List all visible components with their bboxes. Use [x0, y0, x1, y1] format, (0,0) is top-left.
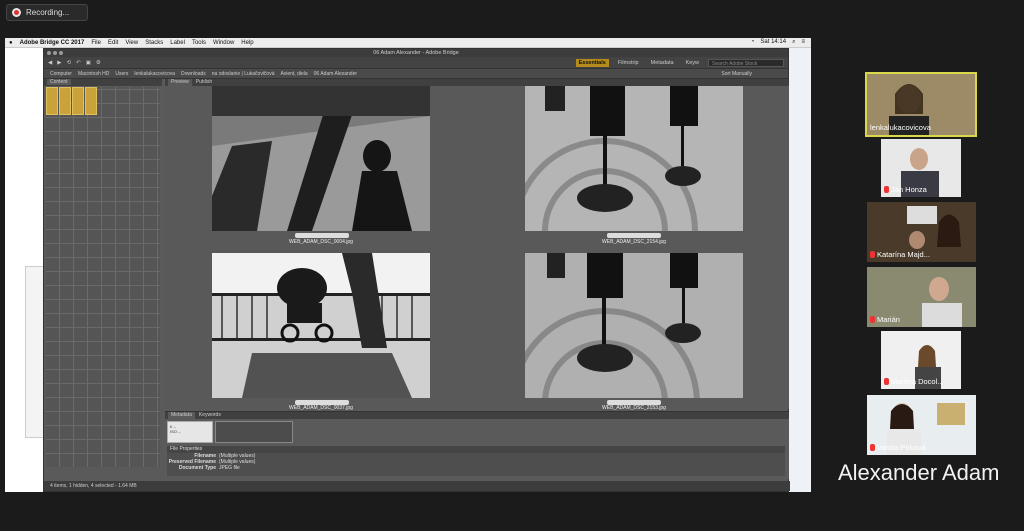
window-controls[interactable] [47, 51, 63, 55]
photo-1-caption: WEB_ADAM_DSC_0004.jpg [289, 239, 353, 245]
path-current[interactable]: 06 Adam Alexander [314, 71, 357, 77]
menu-stacks[interactable]: Stacks [145, 40, 163, 46]
photo-2-rating[interactable] [607, 233, 661, 238]
boomerang-icon[interactable]: ↶ [76, 60, 81, 66]
apple-icon[interactable]: ● [9, 40, 13, 46]
list-icon[interactable]: ≡ [801, 39, 805, 46]
participant-name: Ján Honza [891, 185, 927, 194]
menu-window[interactable]: Window [213, 40, 234, 46]
recent-icon[interactable]: ⟲ [66, 60, 71, 66]
participant-tile[interactable]: Katarína Majd... [867, 202, 976, 262]
back-icon[interactable]: ◀ [48, 60, 52, 66]
clock[interactable]: Sat 14:14 [760, 39, 786, 46]
menu-help[interactable]: Help [241, 40, 253, 46]
tab-metadata[interactable]: Metadata [168, 412, 195, 419]
status-bar: 4 items, 1 hidden, 4 selected - 1.64 MB [44, 481, 790, 491]
thumb-3[interactable] [72, 87, 84, 115]
search-input[interactable]: Search Adobe Stock [708, 58, 784, 67]
photo-shadow-cross[interactable] [212, 86, 430, 231]
recording-label: Recording... [26, 8, 70, 17]
preview-tabs: Preview Publish [165, 79, 789, 86]
participant-tile[interactable]: Marián [867, 267, 976, 327]
menu-file[interactable]: File [91, 40, 101, 46]
participant-name: Katarína Majd... [877, 250, 930, 259]
path-computer[interactable]: Computer [50, 71, 72, 77]
search-icon[interactable]: ⌕ [792, 39, 795, 46]
forward-icon[interactable]: ▶ [57, 60, 61, 66]
path-folder2[interactable]: Avient, diela [281, 71, 308, 77]
tab-preview[interactable]: Preview [168, 79, 192, 86]
menu-label[interactable]: Label [170, 40, 185, 46]
window-titlebar: 06 Adam Alexander - Adobe Bridge [44, 49, 788, 57]
content-grid[interactable] [46, 87, 160, 467]
participant-tile[interactable]: lenkalukacovicova [865, 72, 977, 137]
path-users[interactable]: Users [115, 71, 128, 77]
shared-screen: ● Adobe Bridge CC 2017 File Edit View St… [5, 38, 811, 492]
participant-name: Marián [877, 315, 900, 324]
record-icon [12, 8, 21, 17]
thumb-4[interactable] [85, 87, 97, 115]
mic-muted-icon [884, 378, 889, 385]
active-speaker-name: Alexander Adam [838, 460, 1000, 485]
photo-stroller[interactable] [212, 253, 430, 398]
metadata-tabs: Metadata Keywords [165, 412, 789, 419]
window-title: 06 Adam Alexander - Adobe Bridge [373, 50, 459, 56]
camera-data-box: f/ -- ISO -- [167, 421, 213, 443]
participant-name: lenkalukacovicova [870, 123, 931, 132]
mic-muted-icon [884, 186, 889, 193]
bridge-toolbar: ◀ ▶ ⟲ ↶ ▣ ⚙ Essentials Filmstrip Metadat… [44, 57, 788, 69]
path-hd[interactable]: Macintosh HD [78, 71, 109, 77]
thumb-2[interactable] [59, 87, 71, 115]
wifi-icon[interactable]: ◔ [751, 39, 755, 46]
workspace-keywords[interactable]: Keyw [683, 59, 702, 67]
menu-view[interactable]: View [125, 40, 138, 46]
camera-icon[interactable]: ▣ [86, 60, 91, 66]
photo-cyclists-1[interactable] [525, 86, 743, 231]
prop-row: Document Type JPEG file [178, 465, 240, 471]
participant-name: Martina Docol... [891, 377, 944, 386]
file-summary-box [215, 421, 293, 443]
thumb-1[interactable] [46, 87, 58, 115]
sort-dropdown[interactable]: Sort Manually [721, 71, 788, 77]
content-thumbnails [46, 87, 97, 115]
menu-tools[interactable]: Tools [192, 40, 206, 46]
workspace-metadata[interactable]: Metadata [648, 59, 677, 67]
workspace-essentials[interactable]: Essentials [575, 58, 609, 67]
participant-name: Vanda Pírková [877, 443, 926, 452]
refine-icon[interactable]: ⚙ [96, 60, 101, 66]
bridge-window: 06 Adam Alexander - Adobe Bridge ◀ ▶ ⟲ ↶… [43, 48, 790, 492]
file-properties-header[interactable]: File Properties [167, 446, 785, 453]
path-user[interactable]: lenkalukacovicova [134, 71, 175, 77]
participant-tile[interactable]: Vanda Pírková [867, 395, 976, 455]
content-panel: Content [44, 79, 162, 479]
tab-keywords[interactable]: Keywords [199, 412, 221, 419]
photo-cyclists-2[interactable] [525, 253, 743, 398]
recording-indicator[interactable]: Recording... [6, 4, 88, 21]
menu-edit[interactable]: Edit [108, 40, 118, 46]
workspace-filmstrip[interactable]: Filmstrip [615, 59, 642, 67]
path-downloads[interactable]: Downloads [181, 71, 206, 77]
mic-muted-icon [870, 444, 875, 451]
preview-panel: Preview Publish WEB_ADAM_DSC_0004.jpg WE… [165, 79, 789, 411]
photo-2-caption: WEB_ADAM_DSC_2154.jpg [602, 239, 666, 245]
app-menu[interactable]: Adobe Bridge CC 2017 [20, 40, 85, 46]
path-bar: Computer Macintosh HD Users lenkalukacov… [44, 69, 788, 79]
participant-tile[interactable]: Martina Docol... [881, 331, 961, 389]
mic-muted-icon [870, 251, 875, 258]
file-properties: File Properties Filename (Multiple values… [167, 446, 785, 476]
metadata-panel: Metadata Keywords f/ -- ISO -- File Prop… [165, 411, 789, 479]
photo-1-rating[interactable] [295, 233, 349, 238]
tab-publish[interactable]: Publish [196, 79, 212, 86]
mic-muted-icon [870, 316, 875, 323]
iso-value: ISO -- [170, 429, 181, 434]
mac-menu-bar: ● Adobe Bridge CC 2017 File Edit View St… [5, 38, 811, 48]
path-folder1[interactable]: na odoslanie | Lukačovičová [212, 71, 275, 77]
content-tab[interactable]: Content [44, 79, 162, 86]
participant-tile[interactable]: Ján Honza [881, 139, 961, 197]
